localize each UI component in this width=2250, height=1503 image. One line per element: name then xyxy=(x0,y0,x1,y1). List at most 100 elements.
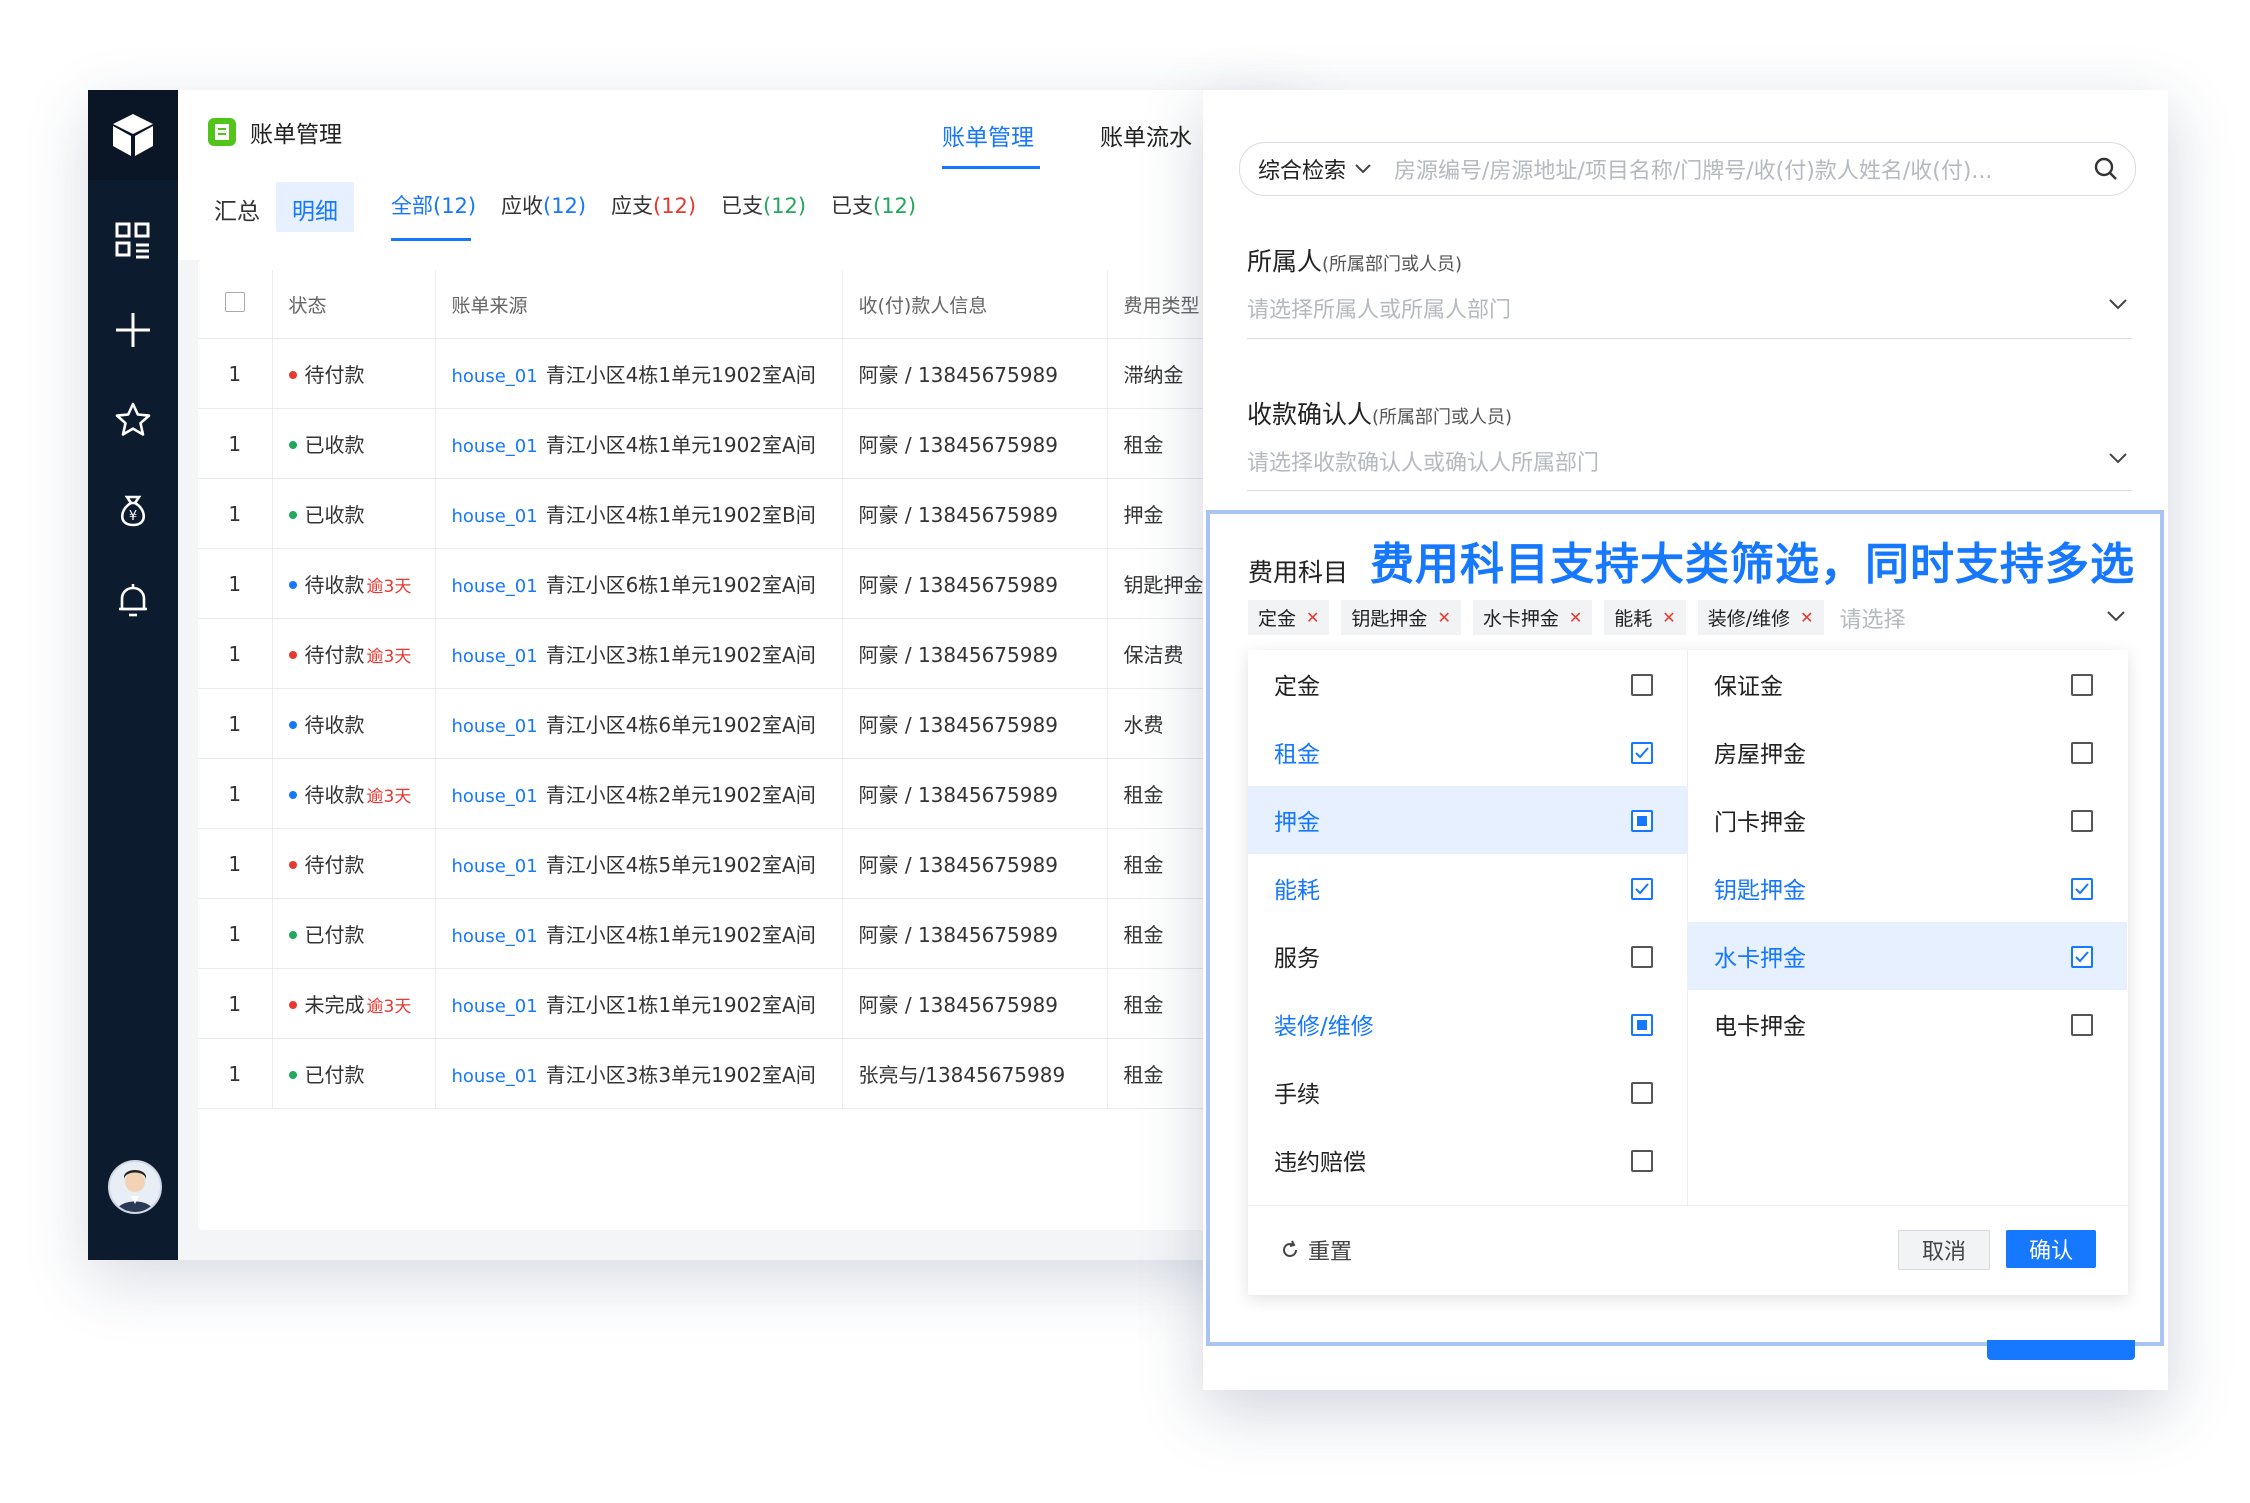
table-row[interactable]: 1 待收款 house_01 青江小区4栋6单元1902室A间 阿豪 / 1384567… xyxy=(198,688,1304,759)
chevron-down-icon[interactable] xyxy=(2106,610,2126,622)
cancel-button[interactable]: 取消 xyxy=(1898,1230,1990,1270)
table-row[interactable]: 1 待收款 逾3天 house_01 青江小区6栋1单元1902室A间 阿豪 / 1384… xyxy=(198,548,1304,619)
close-icon[interactable]: ✕ xyxy=(1662,608,1675,627)
column-header[interactable]: 账单来源 xyxy=(435,270,843,339)
fee-option[interactable]: 定金 xyxy=(1248,650,1687,718)
bill-source-cell: house_01 青江小区4栋1单元1902室A间 xyxy=(435,898,843,969)
house-code-link[interactable]: house_01 xyxy=(452,786,538,807)
fee-option[interactable]: 门卡押金 xyxy=(1688,786,2127,854)
table-row[interactable]: 1 已收款 house_01 青江小区4栋1单元1902室B间 阿豪 / 1384567… xyxy=(198,478,1304,549)
fee-option[interactable]: 保证金 xyxy=(1688,650,2127,718)
fee-option-checkbox[interactable] xyxy=(1631,878,1653,900)
tab-bill-management[interactable]: 账单管理 xyxy=(942,118,1034,152)
bell-icon[interactable] xyxy=(113,580,153,620)
fee-option-checkbox[interactable] xyxy=(2071,742,2093,764)
fee-option[interactable]: 手续 xyxy=(1248,1058,1687,1126)
fee-option[interactable]: 钥匙押金 xyxy=(1688,854,2127,922)
confirm-button[interactable]: 确认 xyxy=(2006,1230,2096,1268)
house-code-link[interactable]: house_01 xyxy=(452,576,538,597)
owner-select[interactable]: 请选择所属人或所属人部门 xyxy=(1247,292,1511,324)
close-icon[interactable]: ✕ xyxy=(1569,608,1582,627)
filter-tab-paid[interactable]: 已支(12) xyxy=(721,190,806,220)
confirmer-select[interactable]: 请选择收款确认人或确认人所属部门 xyxy=(1247,445,1599,477)
table-row[interactable]: 1 已收款 house_01 青江小区4栋1单元1902室A间 阿豪 / 1384567… xyxy=(198,408,1304,479)
segment-detail[interactable]: 明细 xyxy=(276,182,354,232)
bill-source-text: 青江小区4栋1单元1902室B间 xyxy=(545,503,816,527)
checkmark-icon xyxy=(2075,951,2089,963)
select-all-checkbox[interactable] xyxy=(224,291,245,312)
house-code-link[interactable]: house_01 xyxy=(452,366,538,387)
fee-option-checkbox[interactable] xyxy=(1631,1082,1653,1104)
close-icon[interactable]: ✕ xyxy=(1800,608,1813,627)
house-code-link[interactable]: house_01 xyxy=(452,856,538,877)
fee-option-checkbox[interactable] xyxy=(2071,1014,2093,1036)
chevron-down-icon[interactable] xyxy=(2108,452,2128,464)
fee-option[interactable]: 电卡押金 xyxy=(1688,990,2127,1058)
fee-select-placeholder[interactable]: 请选择 xyxy=(1840,602,1906,634)
fee-option[interactable]: 水卡押金 xyxy=(1688,922,2127,990)
chip-label: 能耗 xyxy=(1614,608,1653,630)
filter-tab-all[interactable]: 全部(12) xyxy=(391,190,476,220)
close-icon[interactable]: ✕ xyxy=(1306,608,1319,627)
fee-option-checkbox[interactable] xyxy=(1631,946,1653,968)
dashboard-icon[interactable] xyxy=(113,220,153,260)
fee-option-checkbox[interactable] xyxy=(1631,1014,1653,1036)
fee-option-checkbox[interactable] xyxy=(2071,878,2093,900)
table-row[interactable]: 1 已付款 house_01 青江小区4栋1单元1902室A间 阿豪 / 1384567… xyxy=(198,898,1304,969)
selected-fee-chips[interactable]: 定金 ✕ 钥匙押金 ✕ 水卡押金 ✕ 能耗 ✕ 装修/维修 ✕ 请选择 xyxy=(1248,600,1906,635)
star-icon[interactable] xyxy=(113,400,153,440)
table-row[interactable]: 1 未完成 逾3天 house_01 青江小区1栋1单元1902室A间 阿豪 / 1384… xyxy=(198,968,1304,1039)
search-input[interactable]: 房源编号/房源地址/项目名称/门牌号/收(付)款人姓名/收(付)... xyxy=(1394,153,2054,185)
chevron-down-icon[interactable] xyxy=(2108,298,2128,310)
fee-option-checkbox[interactable] xyxy=(1631,1150,1653,1172)
house-code-link[interactable]: house_01 xyxy=(452,436,538,457)
fee-option[interactable]: 能耗 xyxy=(1248,854,1687,922)
table-row[interactable]: 1 待收款 逾3天 house_01 青江小区4栋2单元1902室A间 阿豪 / 1384… xyxy=(198,758,1304,829)
fee-option-checkbox[interactable] xyxy=(2071,810,2093,832)
close-icon[interactable]: ✕ xyxy=(1437,608,1450,627)
panel-submit-button-edge[interactable] xyxy=(1987,1340,2135,1360)
fee-option-checkbox[interactable] xyxy=(2071,674,2093,696)
table-row[interactable]: 1 待付款 house_01 青江小区4栋1单元1902室A间 阿豪 / 1384567… xyxy=(198,338,1304,409)
column-header[interactable]: 收(付)款人信息 xyxy=(842,270,1108,339)
house-code-link[interactable]: house_01 xyxy=(452,646,538,667)
fee-option-checkbox[interactable] xyxy=(2071,946,2093,968)
fee-option[interactable]: 房屋押金 xyxy=(1688,718,2127,786)
filter-tab-paid-2[interactable]: 已支(12) xyxy=(831,190,916,220)
status-cell: 已收款 xyxy=(272,478,436,549)
fee-option-checkbox[interactable] xyxy=(1631,674,1653,696)
search-scope-select[interactable]: 综合检索 xyxy=(1258,153,1372,185)
search-box[interactable]: 综合检索 房源编号/房源地址/项目名称/门牌号/收(付)款人姓名/收(付)... xyxy=(1239,142,2136,196)
filter-tab-count: (12) xyxy=(653,194,697,218)
fee-option[interactable]: 租金 xyxy=(1248,718,1687,786)
logo[interactable] xyxy=(88,90,178,180)
column-header[interactable]: 状态 xyxy=(272,270,436,339)
feature-callout: 费用科目支持大类筛选，同时支持多选 xyxy=(1370,539,2135,590)
row-number: 1 xyxy=(198,618,273,689)
table-row[interactable]: 1 待付款 house_01 青江小区4栋5单元1902室A间 阿豪 / 1384567… xyxy=(198,828,1304,899)
fee-option[interactable]: 服务 xyxy=(1248,922,1687,990)
tab-bill-flow[interactable]: 账单流水 xyxy=(1100,118,1192,152)
status-cell: 已付款 xyxy=(272,898,436,969)
house-code-link[interactable]: house_01 xyxy=(452,506,538,527)
reset-button[interactable]: 重置 xyxy=(1280,1234,1352,1266)
fee-option-checkbox[interactable] xyxy=(1631,742,1653,764)
fee-option-checkbox[interactable] xyxy=(1631,810,1653,832)
search-icon[interactable] xyxy=(2093,156,2119,182)
house-code-link[interactable]: house_01 xyxy=(452,716,538,737)
fee-option[interactable]: 装修/维修 xyxy=(1248,990,1687,1058)
user-avatar[interactable] xyxy=(108,1160,162,1214)
add-icon[interactable] xyxy=(113,310,153,350)
table-row[interactable]: 1 待付款 逾3天 house_01 青江小区3栋1单元1902室A间 阿豪 / 1384… xyxy=(198,618,1304,689)
house-code-link[interactable]: house_01 xyxy=(452,926,538,947)
house-code-link[interactable]: house_01 xyxy=(452,1066,538,1087)
fee-option[interactable]: 押金 xyxy=(1248,786,1687,854)
house-code-link[interactable]: house_01 xyxy=(452,996,538,1017)
status-dot xyxy=(288,440,297,449)
segment-summary[interactable]: 汇总 xyxy=(198,182,276,232)
filter-tab-payable[interactable]: 应支(12) xyxy=(611,190,696,220)
filter-tab-receivable[interactable]: 应收(12) xyxy=(501,190,586,220)
fee-option[interactable]: 违约赔偿 xyxy=(1248,1126,1687,1194)
money-bag-icon[interactable]: ¥ xyxy=(113,490,153,530)
table-row[interactable]: 1 已付款 house_01 青江小区3栋3单元1902室A间 张亮与/13845675… xyxy=(198,1038,1304,1109)
